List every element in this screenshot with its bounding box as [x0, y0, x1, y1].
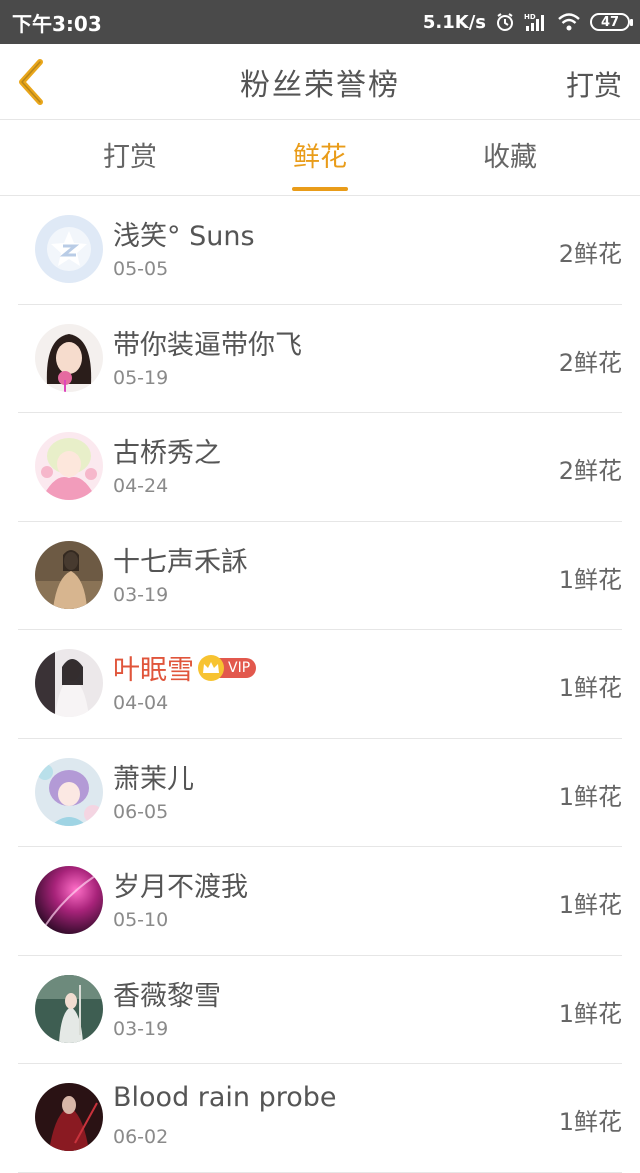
flower-count: 2鲜花 [558, 348, 622, 377]
flower-count: 1鲜花 [558, 999, 622, 1028]
avatar[interactable] [35, 974, 103, 1043]
vip-badge: VIP [198, 654, 257, 681]
page-title: 粉丝荣誉榜 [240, 67, 400, 103]
fan-name: 叶眠雪 VIP [113, 648, 257, 687]
app-header: 粉丝荣誉榜 打赏 [0, 44, 640, 120]
flower-count: 2鲜花 [558, 457, 622, 485]
flower-count: 2鲜花 [558, 240, 622, 268]
flower-count: 1鲜花 [558, 565, 622, 594]
list-item[interactable]: 带你装逼带你飞 05-19 2鲜花 [18, 305, 622, 413]
list-item[interactable]: 香薇黎雪 03-19 1鲜花 [18, 956, 622, 1064]
crown-icon [198, 654, 224, 681]
fan-date: 06-05 [113, 800, 169, 823]
tab-flowers[interactable]: 鲜花 [260, 120, 380, 196]
tab-label: 打赏 [103, 142, 157, 173]
status-indicators: 5.1K/s HD 47 [422, 11, 633, 33]
status-bar: 下午3:03 5.1K/s HD 47 [0, 0, 640, 44]
flower-count: 1鲜花 [558, 1108, 622, 1136]
active-tab-indicator [292, 187, 348, 191]
list-item[interactable]: 古桥秀之 04-24 2鲜花 [18, 413, 622, 522]
fan-name: 浅笑° Suns [113, 214, 255, 253]
fan-name-text: 带你装逼带你飞 [113, 329, 302, 361]
list-item[interactable]: 浅笑° Suns 05-05 2鲜花 [18, 196, 622, 305]
avatar[interactable] [35, 432, 103, 500]
tab-label: 收藏 [483, 142, 537, 173]
fan-date: 03-19 [113, 1017, 169, 1040]
fan-date: 05-19 [113, 366, 169, 389]
flower-count: 1鲜花 [558, 782, 622, 811]
network-speed: 5.1K/s [422, 11, 486, 33]
fan-name-text: Blood rain probe [113, 1082, 337, 1113]
fan-date: 05-10 [113, 909, 169, 931]
fan-name-text: 古桥秀之 [113, 438, 221, 469]
fan-name-text: 香薇黎雪 [113, 980, 221, 1012]
avatar[interactable] [35, 215, 103, 283]
flower-count: 1鲜花 [558, 674, 622, 702]
avatar[interactable] [35, 866, 103, 934]
battery-icon: 47 [590, 13, 633, 31]
fan-name-text: 浅笑° Suns [113, 221, 255, 252]
fan-list: 浅笑° Suns 05-05 2鲜花 带你装逼带你飞 05-19 2鲜花 古桥秀… [0, 196, 640, 1173]
fan-date: 04-24 [113, 475, 169, 497]
fan-date: 03-19 [113, 583, 169, 606]
status-time: 下午3:03 [12, 11, 102, 36]
tab-favorites[interactable]: 收藏 [450, 120, 570, 196]
fan-name: 香薇黎雪 [113, 974, 221, 1013]
wifi-icon [557, 12, 581, 32]
avatar[interactable] [35, 649, 103, 717]
fan-name: 古桥秀之 [113, 431, 221, 470]
tab-reward[interactable]: 打赏 [70, 120, 190, 196]
fan-name: Blood rain probe [113, 1082, 337, 1113]
svg-text:HD: HD [524, 13, 536, 21]
fan-name: 十七声禾訸 [113, 540, 248, 579]
avatar[interactable] [35, 1083, 103, 1151]
fan-name: 萧茉儿 [113, 757, 194, 796]
alarm-icon [495, 12, 515, 32]
avatar[interactable] [35, 323, 103, 392]
tab-label: 鲜花 [293, 142, 347, 173]
fan-name: 带你装逼带你飞 [113, 323, 302, 362]
fan-name: 岁月不渡我 [113, 865, 248, 904]
reward-button[interactable]: 打赏 [566, 64, 622, 104]
flower-count: 1鲜花 [558, 891, 622, 919]
list-item[interactable]: Blood rain probe 06-02 1鲜花 [18, 1064, 622, 1173]
list-item[interactable]: 十七声禾訸 03-19 1鲜花 [18, 522, 622, 630]
list-item[interactable]: 岁月不渡我 05-10 1鲜花 [18, 847, 622, 956]
avatar[interactable] [35, 540, 103, 609]
fan-name-text: 十七声禾訸 [113, 546, 248, 578]
tab-bar: 打赏 鲜花 收藏 [0, 120, 640, 196]
battery-level: 47 [600, 14, 620, 30]
hd-signal-icon: HD [524, 12, 548, 32]
fan-name-text: 萧茉儿 [113, 763, 194, 795]
chevron-left-icon [19, 59, 43, 105]
fan-name-text: 叶眠雪 [113, 655, 194, 686]
list-item[interactable]: 萧茉儿 06-05 1鲜花 [18, 739, 622, 847]
back-button[interactable] [14, 56, 54, 108]
fan-name-text: 岁月不渡我 [113, 872, 248, 903]
fan-date: 05-05 [113, 258, 169, 280]
list-item[interactable]: 叶眠雪 VIP 04-04 1鲜花 [18, 630, 622, 739]
avatar[interactable] [35, 757, 103, 826]
fan-date: 06-02 [113, 1126, 169, 1148]
fan-date: 04-04 [113, 692, 169, 714]
